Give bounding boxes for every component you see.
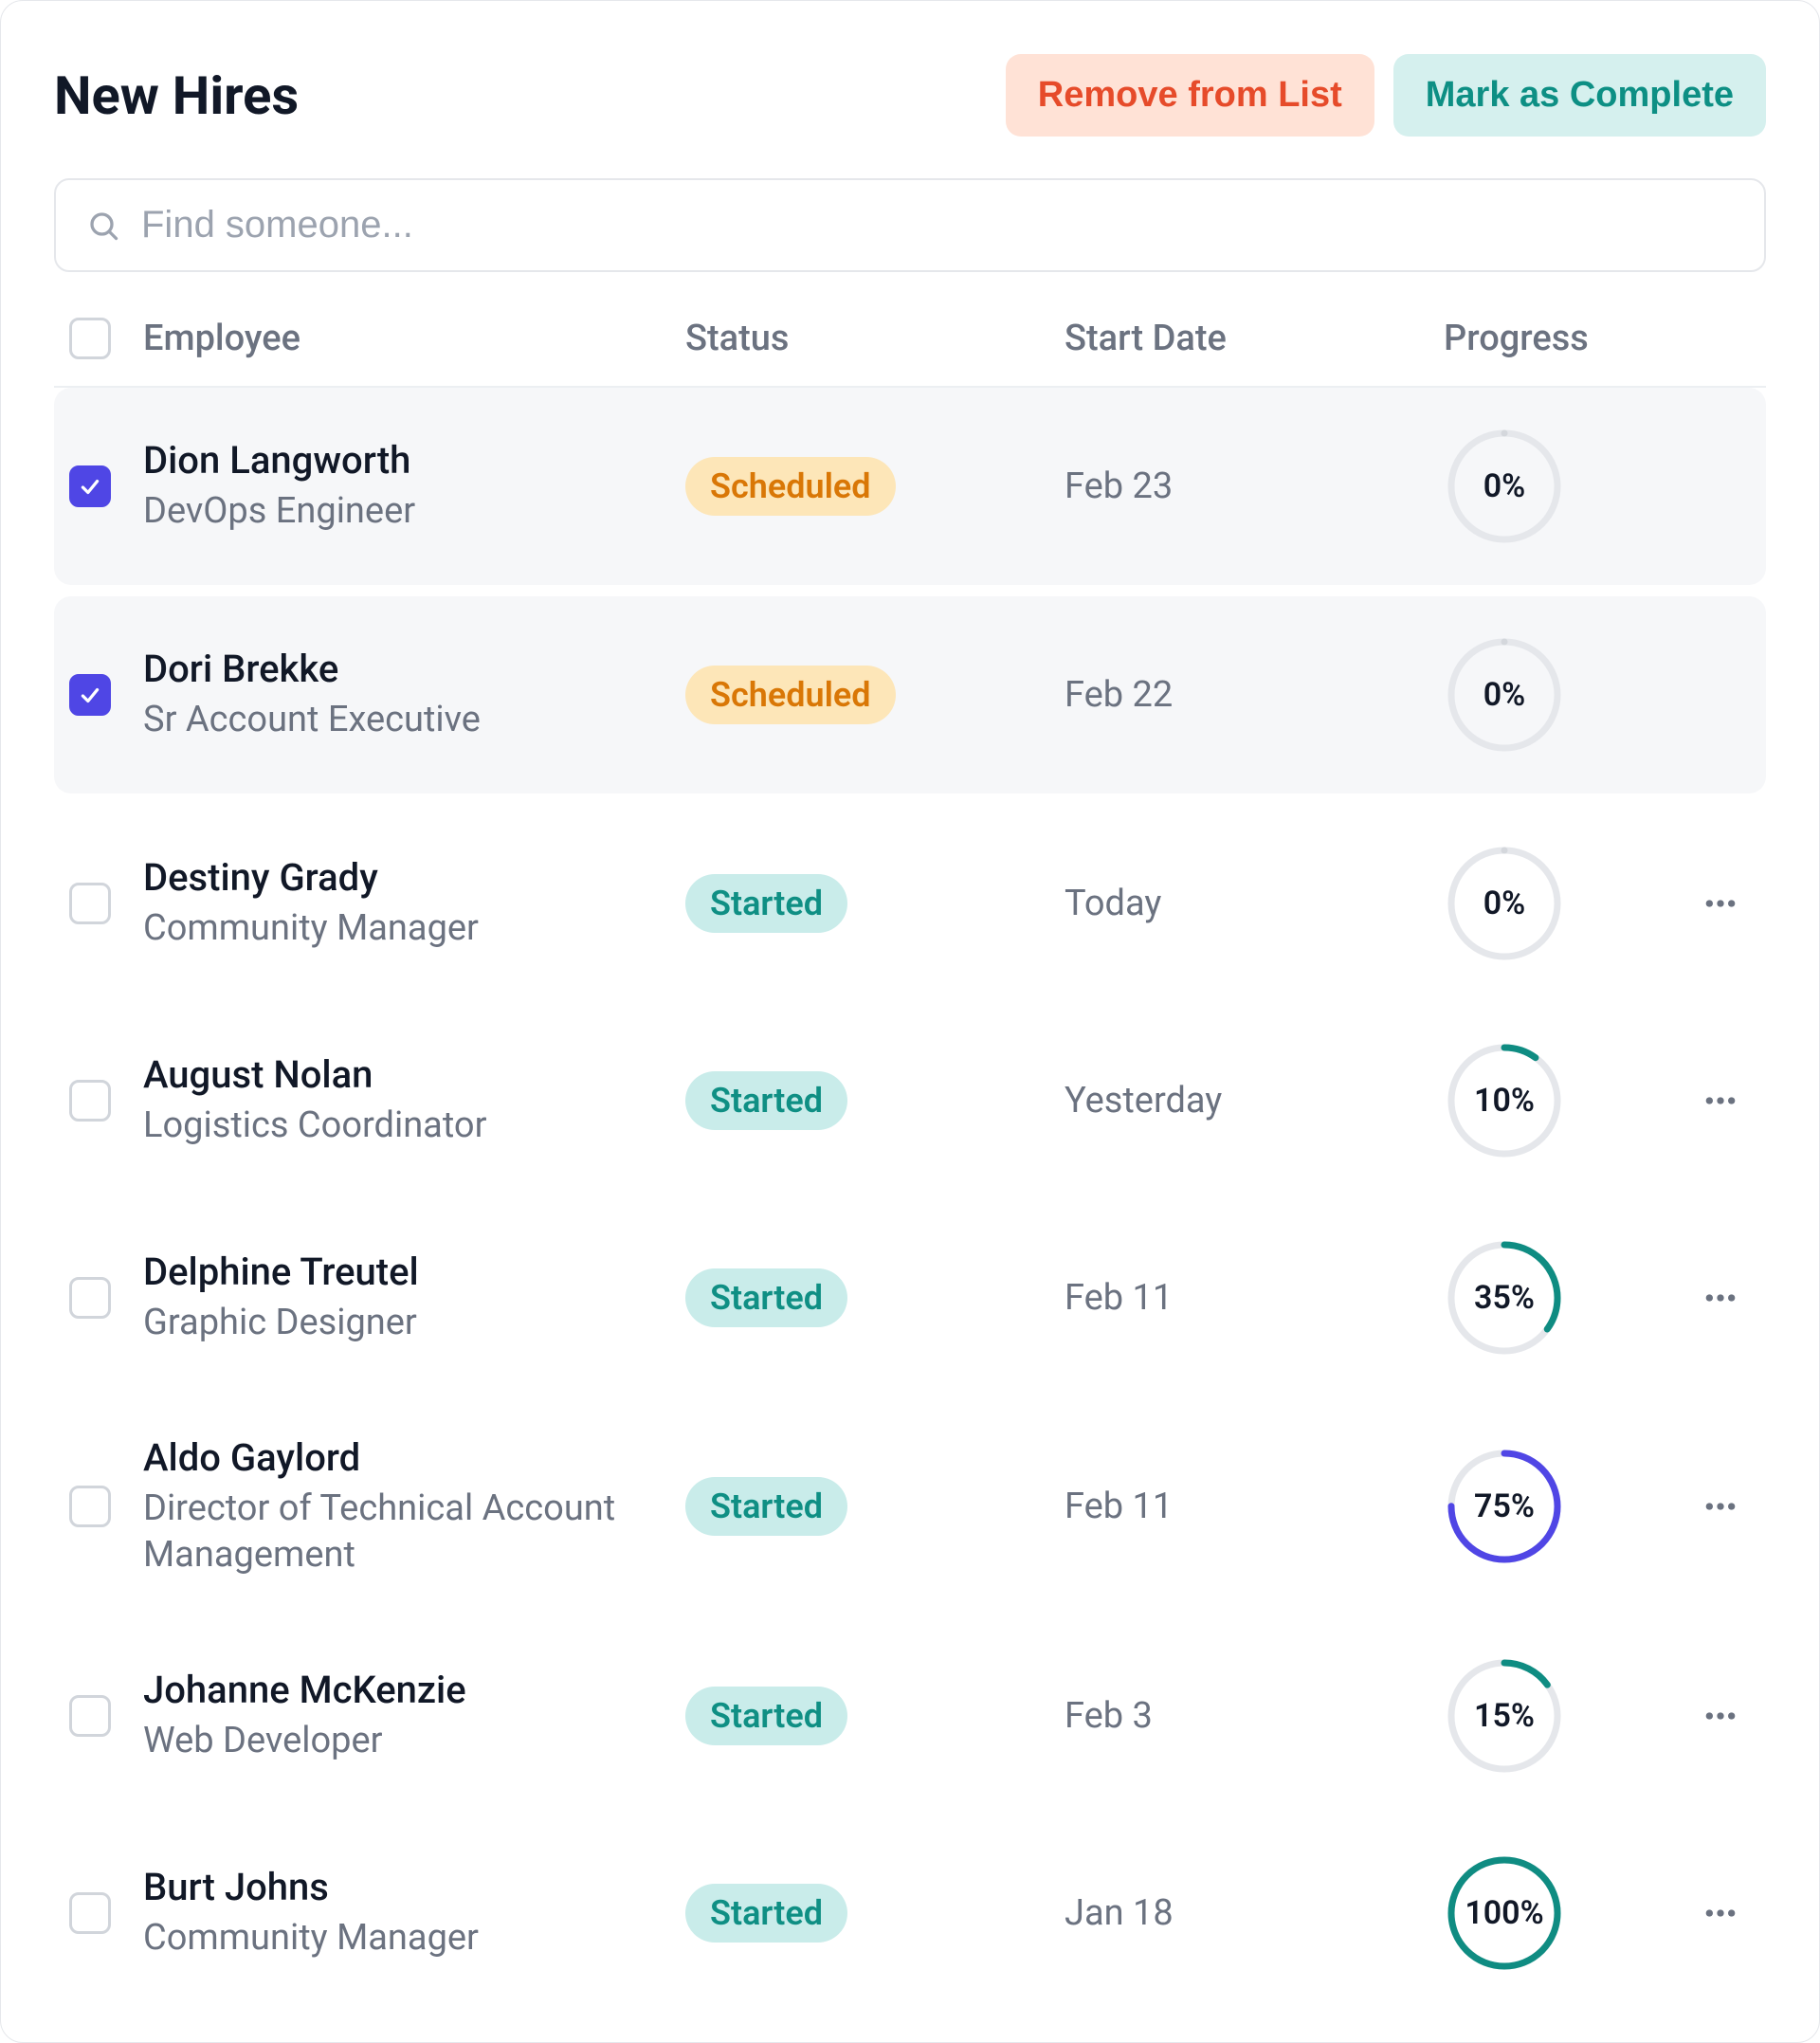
employee-name: Burt Johns [143, 1864, 685, 1911]
employee-title: Community Manager [143, 905, 685, 952]
table-row: Dori BrekkeSr Account ExecutiveScheduled… [54, 596, 1766, 793]
status-badge: Started [685, 1477, 847, 1536]
table-header: Employee Status Start Date Progress [54, 318, 1766, 388]
start-date: Feb 11 [1065, 1486, 1173, 1527]
row-more-button[interactable] [1698, 1484, 1743, 1529]
more-horizontal-icon [1702, 885, 1739, 922]
progress-value: 100% [1444, 1852, 1565, 1974]
hires-table: Employee Status Start Date Progress Dion… [54, 318, 1766, 2012]
status-badge: Started [685, 1268, 847, 1327]
row-checkbox[interactable] [69, 674, 111, 716]
employee-name: Dori Brekke [143, 646, 685, 693]
row-more-button[interactable] [1698, 881, 1743, 926]
employee-title: Community Manager [143, 1915, 685, 1961]
progress-value: 0% [1444, 843, 1565, 964]
progress-ring: 100% [1444, 1852, 1565, 1974]
row-checkbox[interactable] [69, 883, 111, 924]
progress-ring: 0% [1444, 634, 1565, 756]
employee-name: Delphine Treutel [143, 1249, 685, 1296]
header-actions: Remove from List Mark as Complete [1006, 54, 1766, 137]
row-more-button[interactable] [1698, 1693, 1743, 1739]
row-more-button[interactable] [1698, 1890, 1743, 1936]
status-badge: Started [685, 874, 847, 933]
employee-title: Logistics Coordinator [143, 1103, 685, 1149]
employee-title: DevOps Engineer [143, 488, 685, 535]
new-hires-card: New Hires Remove from List Mark as Compl… [0, 0, 1820, 2043]
row-checkbox[interactable] [69, 1080, 111, 1122]
table-row: Delphine TreutelGraphic DesignerStarted F… [54, 1199, 1766, 1396]
more-horizontal-icon [1702, 1279, 1739, 1317]
progress-ring: 15% [1444, 1655, 1565, 1777]
start-date: Feb 23 [1065, 465, 1173, 507]
progress-ring: 35% [1444, 1237, 1565, 1359]
column-header-progress: Progress [1444, 318, 1690, 359]
employee-name: Dion Langworth [143, 437, 685, 484]
more-horizontal-icon [1702, 1082, 1739, 1120]
row-more-button[interactable] [1698, 1275, 1743, 1321]
more-horizontal-icon [1702, 1894, 1739, 1932]
employee-name: Aldo Gaylord [143, 1434, 685, 1482]
table-row: Burt JohnsCommunity ManagerStarted Jan 18… [54, 1815, 1766, 2012]
progress-ring: 0% [1444, 426, 1565, 547]
select-all-checkbox[interactable] [69, 318, 111, 359]
more-horizontal-icon [1702, 1697, 1739, 1735]
table-row: August NolanLogistics CoordinatorStarted… [54, 1002, 1766, 1199]
status-badge: Scheduled [685, 457, 896, 516]
search-field[interactable] [54, 178, 1766, 272]
header-row: New Hires Remove from List Mark as Compl… [54, 54, 1766, 137]
row-checkbox[interactable] [69, 1277, 111, 1319]
status-badge: Started [685, 1071, 847, 1130]
progress-value: 0% [1444, 634, 1565, 756]
start-date: Feb 11 [1065, 1277, 1173, 1319]
progress-ring: 0% [1444, 843, 1565, 964]
employee-name: Destiny Grady [143, 854, 685, 902]
start-date: Feb 3 [1065, 1695, 1153, 1737]
status-badge: Started [685, 1884, 847, 1943]
row-checkbox[interactable] [69, 465, 111, 507]
column-header-employee: Employee [143, 318, 685, 359]
page-title: New Hires [54, 64, 299, 127]
search-icon [86, 209, 120, 243]
start-date: Jan 18 [1065, 1892, 1174, 1934]
row-checkbox[interactable] [69, 1695, 111, 1737]
progress-value: 10% [1444, 1040, 1565, 1161]
table-row: Dion LangworthDevOps EngineerScheduled Fe… [54, 388, 1766, 585]
remove-from-list-button[interactable]: Remove from List [1006, 54, 1374, 137]
row-more-button[interactable] [1698, 1078, 1743, 1123]
table-row: Johanne McKenzieWeb DeveloperStarted Feb … [54, 1617, 1766, 1815]
employee-title: Director of Technical Account Management [143, 1486, 685, 1579]
employee-name: August Nolan [143, 1051, 685, 1099]
employee-title: Graphic Designer [143, 1300, 685, 1346]
row-checkbox[interactable] [69, 1486, 111, 1527]
start-date: Today [1065, 883, 1161, 924]
employee-name: Johanne McKenzie [143, 1667, 685, 1714]
column-header-status: Status [685, 318, 1065, 359]
progress-value: 75% [1444, 1446, 1565, 1567]
start-date: Yesterday [1065, 1080, 1222, 1122]
start-date: Feb 22 [1065, 674, 1173, 716]
column-header-start-date: Start Date [1065, 318, 1444, 359]
table-row: Destiny GradyCommunity ManagerStarted Tod… [54, 805, 1766, 1002]
progress-ring: 10% [1444, 1040, 1565, 1161]
more-horizontal-icon [1702, 1487, 1739, 1525]
employee-title: Web Developer [143, 1718, 685, 1764]
employee-title: Sr Account Executive [143, 697, 685, 743]
mark-as-complete-button[interactable]: Mark as Complete [1393, 54, 1766, 137]
table-body: Dion LangworthDevOps EngineerScheduledFe… [54, 388, 1766, 2012]
progress-ring: 75% [1444, 1446, 1565, 1567]
progress-value: 15% [1444, 1655, 1565, 1777]
status-badge: Started [685, 1687, 847, 1745]
table-row: Aldo GaylordDirector of Technical Accoun… [54, 1396, 1766, 1617]
search-input[interactable] [139, 203, 1734, 247]
progress-value: 0% [1444, 426, 1565, 547]
status-badge: Scheduled [685, 666, 896, 724]
progress-value: 35% [1444, 1237, 1565, 1359]
row-checkbox[interactable] [69, 1892, 111, 1934]
